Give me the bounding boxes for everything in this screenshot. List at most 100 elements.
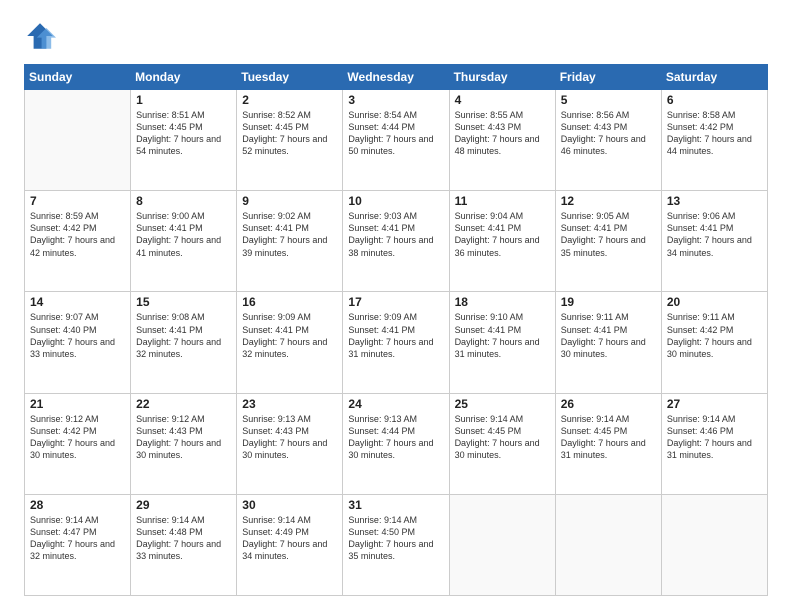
day-number: 5 [561,93,656,107]
calendar-cell [449,494,555,595]
day-number: 13 [667,194,762,208]
day-number: 23 [242,397,337,411]
calendar-cell: 1 Sunrise: 8:51 AMSunset: 4:45 PMDaylight… [131,90,237,191]
cell-info: Sunrise: 9:14 AMSunset: 4:48 PMDaylight:… [136,514,231,563]
cell-info: Sunrise: 9:14 AMSunset: 4:47 PMDaylight:… [30,514,125,563]
cell-info: Sunrise: 9:14 AMSunset: 4:49 PMDaylight:… [242,514,337,563]
logo [24,20,60,52]
day-number: 25 [455,397,550,411]
cell-info: Sunrise: 9:00 AMSunset: 4:41 PMDaylight:… [136,210,231,259]
calendar-cell: 9 Sunrise: 9:02 AMSunset: 4:41 PMDaylight… [237,191,343,292]
calendar-cell: 18 Sunrise: 9:10 AMSunset: 4:41 PMDayligh… [449,292,555,393]
cell-info: Sunrise: 8:51 AMSunset: 4:45 PMDaylight:… [136,109,231,158]
header-saturday: Saturday [661,65,767,90]
cell-info: Sunrise: 9:03 AMSunset: 4:41 PMDaylight:… [348,210,443,259]
day-number: 8 [136,194,231,208]
header-thursday: Thursday [449,65,555,90]
cell-info: Sunrise: 8:52 AMSunset: 4:45 PMDaylight:… [242,109,337,158]
calendar-cell: 7Sunrise: 8:59 AMSunset: 4:42 PMDaylight… [25,191,131,292]
cell-info: Sunrise: 9:11 AMSunset: 4:42 PMDaylight:… [667,311,762,360]
calendar-cell: 27Sunrise: 9:14 AMSunset: 4:46 PMDayligh… [661,393,767,494]
day-number: 28 [30,498,125,512]
cell-info: Sunrise: 9:13 AMSunset: 4:44 PMDaylight:… [348,413,443,462]
cell-info: Sunrise: 8:56 AMSunset: 4:43 PMDaylight:… [561,109,656,158]
day-number: 20 [667,295,762,309]
day-number: 15 [136,295,231,309]
day-number: 29 [136,498,231,512]
header-friday: Friday [555,65,661,90]
calendar-cell [661,494,767,595]
calendar-cell: 13 Sunrise: 9:06 AMSunset: 4:41 PMDayligh… [661,191,767,292]
cell-info: Sunrise: 9:09 AMSunset: 4:41 PMDaylight:… [348,311,443,360]
calendar-cell: 25 Sunrise: 9:14 AMSunset: 4:45 PMDayligh… [449,393,555,494]
calendar-cell: 20 Sunrise: 9:11 AMSunset: 4:42 PMDayligh… [661,292,767,393]
day-number: 9 [242,194,337,208]
calendar-cell [25,90,131,191]
calendar-cell [555,494,661,595]
week-row-5: 28 Sunrise: 9:14 AMSunset: 4:47 PMDayligh… [25,494,768,595]
calendar-cell: 22Sunrise: 9:12 AMSunset: 4:43 PMDayligh… [131,393,237,494]
cell-info: Sunrise: 8:55 AMSunset: 4:43 PMDaylight:… [455,109,550,158]
calendar-cell: 28 Sunrise: 9:14 AMSunset: 4:47 PMDayligh… [25,494,131,595]
day-number: 26 [561,397,656,411]
day-number: 11 [455,194,550,208]
calendar-cell: 24 Sunrise: 9:13 AMSunset: 4:44 PMDayligh… [343,393,449,494]
header-monday: Monday [131,65,237,90]
day-number: 22 [136,397,231,411]
day-number: 16 [242,295,337,309]
calendar-cell: 11 Sunrise: 9:04 AMSunset: 4:41 PMDayligh… [449,191,555,292]
day-number: 1 [136,93,231,107]
week-row-3: 14 Sunrise: 9:07 AMSunset: 4:40 PMDayligh… [25,292,768,393]
day-number: 4 [455,93,550,107]
day-number: 19 [561,295,656,309]
calendar-cell: 3 Sunrise: 8:54 AMSunset: 4:44 PMDaylight… [343,90,449,191]
calendar-cell: 6Sunrise: 8:58 AMSunset: 4:42 PMDaylight… [661,90,767,191]
calendar-cell: 17 Sunrise: 9:09 AMSunset: 4:41 PMDayligh… [343,292,449,393]
cell-info: Sunrise: 9:14 AMSunset: 4:50 PMDaylight:… [348,514,443,563]
cell-info: Sunrise: 9:14 AMSunset: 4:45 PMDaylight:… [455,413,550,462]
week-row-1: 1 Sunrise: 8:51 AMSunset: 4:45 PMDaylight… [25,90,768,191]
day-number: 10 [348,194,443,208]
calendar-header-row: SundayMondayTuesdayWednesdayThursdayFrid… [25,65,768,90]
calendar-cell: 8 Sunrise: 9:00 AMSunset: 4:41 PMDaylight… [131,191,237,292]
cell-info: Sunrise: 9:04 AMSunset: 4:41 PMDaylight:… [455,210,550,259]
calendar-cell: 10 Sunrise: 9:03 AMSunset: 4:41 PMDayligh… [343,191,449,292]
day-number: 27 [667,397,762,411]
page: SundayMondayTuesdayWednesdayThursdayFrid… [0,0,792,612]
calendar-cell: 19 Sunrise: 9:11 AMSunset: 4:41 PMDayligh… [555,292,661,393]
cell-info: Sunrise: 9:10 AMSunset: 4:41 PMDaylight:… [455,311,550,360]
week-row-4: 21Sunrise: 9:12 AMSunset: 4:42 PMDayligh… [25,393,768,494]
calendar-cell: 4 Sunrise: 8:55 AMSunset: 4:43 PMDaylight… [449,90,555,191]
day-number: 3 [348,93,443,107]
cell-info: Sunrise: 8:54 AMSunset: 4:44 PMDaylight:… [348,109,443,158]
day-number: 14 [30,295,125,309]
cell-info: Sunrise: 9:11 AMSunset: 4:41 PMDaylight:… [561,311,656,360]
calendar-cell: 2 Sunrise: 8:52 AMSunset: 4:45 PMDaylight… [237,90,343,191]
day-number: 12 [561,194,656,208]
cell-info: Sunrise: 9:09 AMSunset: 4:41 PMDaylight:… [242,311,337,360]
header-sunday: Sunday [25,65,131,90]
calendar-cell: 29 Sunrise: 9:14 AMSunset: 4:48 PMDayligh… [131,494,237,595]
day-number: 31 [348,498,443,512]
cell-info: Sunrise: 9:02 AMSunset: 4:41 PMDaylight:… [242,210,337,259]
cell-info: Sunrise: 9:14 AMSunset: 4:45 PMDaylight:… [561,413,656,462]
cell-info: Sunrise: 9:06 AMSunset: 4:41 PMDaylight:… [667,210,762,259]
day-number: 18 [455,295,550,309]
cell-info: Sunrise: 9:12 AMSunset: 4:42 PMDaylight:… [30,413,125,462]
calendar-cell: 15 Sunrise: 9:08 AMSunset: 4:41 PMDayligh… [131,292,237,393]
cell-info: Sunrise: 8:58 AMSunset: 4:42 PMDaylight:… [667,109,762,158]
cell-info: Sunrise: 9:08 AMSunset: 4:41 PMDaylight:… [136,311,231,360]
day-number: 24 [348,397,443,411]
header [24,20,768,52]
header-wednesday: Wednesday [343,65,449,90]
calendar-cell: 14 Sunrise: 9:07 AMSunset: 4:40 PMDayligh… [25,292,131,393]
week-row-2: 7Sunrise: 8:59 AMSunset: 4:42 PMDaylight… [25,191,768,292]
logo-icon [24,20,56,52]
day-number: 17 [348,295,443,309]
header-tuesday: Tuesday [237,65,343,90]
day-number: 2 [242,93,337,107]
cell-info: Sunrise: 9:07 AMSunset: 4:40 PMDaylight:… [30,311,125,360]
cell-info: Sunrise: 9:13 AMSunset: 4:43 PMDaylight:… [242,413,337,462]
calendar-cell: 23 Sunrise: 9:13 AMSunset: 4:43 PMDayligh… [237,393,343,494]
calendar-cell: 12Sunrise: 9:05 AMSunset: 4:41 PMDayligh… [555,191,661,292]
